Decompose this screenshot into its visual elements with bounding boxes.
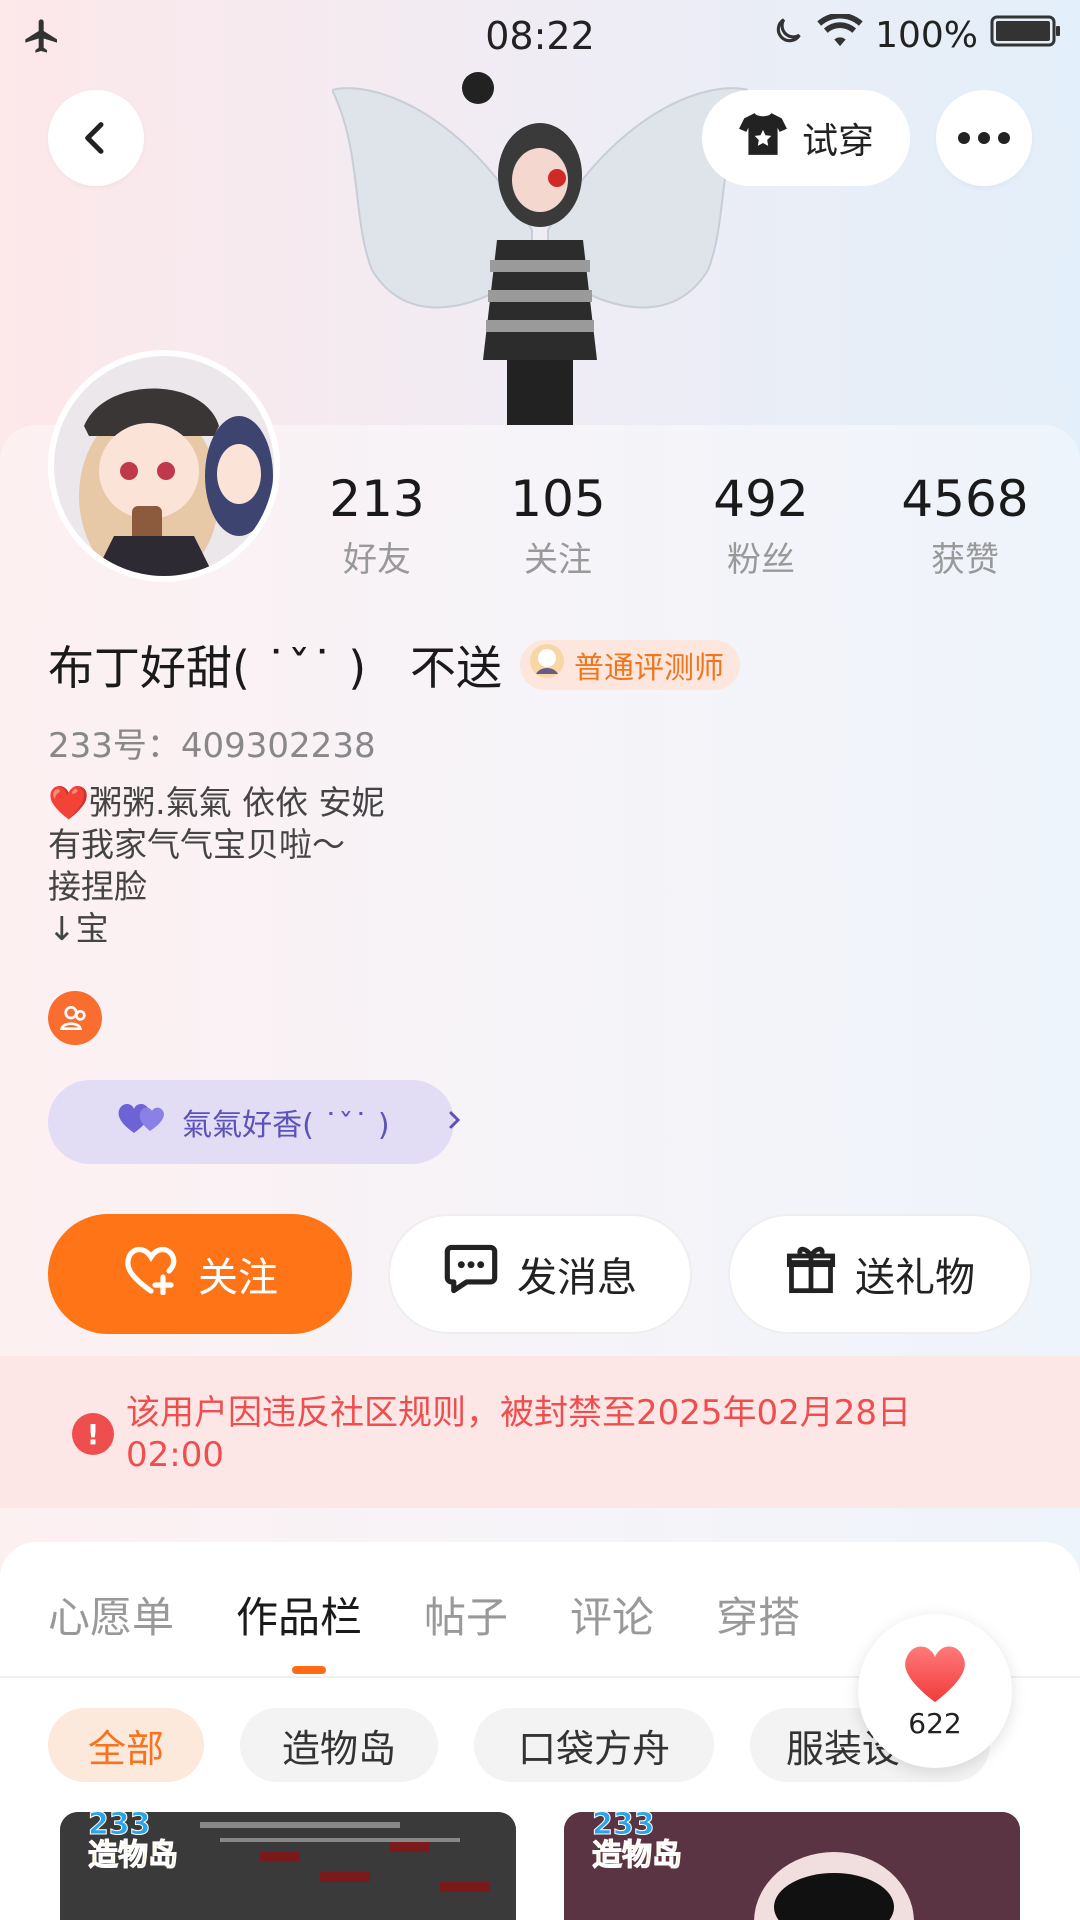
- stat-label: 粉丝: [727, 540, 795, 580]
- more-button[interactable]: [936, 90, 1032, 186]
- group-chat-button[interactable]: [48, 991, 102, 1045]
- back-button[interactable]: [48, 90, 144, 186]
- heart-icon: [905, 1646, 965, 1702]
- stat-likes[interactable]: 4568 获赞: [880, 470, 1050, 581]
- follow-label: 关注: [198, 1255, 278, 1301]
- name-row: 布丁好甜( ˙ˇ˙ ) 不送 普通评测师: [48, 632, 741, 698]
- tshirt-icon: [738, 111, 788, 166]
- chevron-left-icon: [85, 122, 104, 154]
- stat-label: 获赞: [931, 540, 999, 580]
- like-count: 622: [908, 1706, 962, 1740]
- stat-value: 105: [510, 470, 606, 528]
- try-on-label: 试穿: [801, 121, 874, 162]
- stat-following[interactable]: 105 关注: [473, 470, 643, 581]
- tab-wishlist[interactable]: 心愿单: [48, 1584, 174, 1645]
- gift-label: 送礼物: [855, 1255, 975, 1301]
- battery-icon: [990, 14, 1062, 57]
- group-icon: [60, 1006, 86, 1030]
- ban-notice-text: 该用户因违反社区规则，被封禁至2025年02月28日 02:00: [126, 1393, 912, 1475]
- follow-button[interactable]: 关注: [48, 1214, 352, 1334]
- filter-pocket-ark[interactable]: 口袋方舟: [474, 1708, 714, 1782]
- cp-relationship-pill[interactable]: 氣氣好香( ˙ˇ˙ ): [48, 1080, 460, 1164]
- user-id[interactable]: 233号：409302238: [48, 718, 376, 767]
- game-logo-number: 233: [88, 1807, 152, 1842]
- try-on-button[interactable]: 试穿: [702, 90, 910, 186]
- profile-avatar[interactable]: [48, 350, 280, 582]
- status-indicators: 100%: [771, 12, 1062, 57]
- badge-avatar-icon: [528, 642, 566, 688]
- tab-outfits[interactable]: 穿搭: [716, 1584, 800, 1645]
- send-gift-button[interactable]: 送礼物: [728, 1214, 1032, 1334]
- game-logo-icon: 233 造物岛: [592, 1807, 683, 1873]
- tab-comments[interactable]: 评论: [570, 1584, 654, 1645]
- game-logo-name: 造物岛: [88, 1838, 179, 1873]
- double-heart-icon: [78, 1066, 168, 1178]
- heart-plus-icon: [122, 1243, 180, 1305]
- profile-name: 布丁好甜( ˙ˇ˙ ) 不送: [48, 641, 503, 695]
- badge-label: 普通评测师: [574, 651, 725, 686]
- bio-line: ↓宝: [48, 909, 109, 948]
- filter-all[interactable]: 全部: [48, 1708, 204, 1782]
- bio-line: 有我家气气宝贝啦～: [48, 825, 345, 864]
- reviewer-badge[interactable]: 普通评测师: [520, 640, 741, 690]
- stat-label: 关注: [524, 540, 592, 580]
- tab-posts[interactable]: 帖子: [424, 1584, 508, 1645]
- tab-works[interactable]: 作品栏: [236, 1584, 362, 1645]
- warning-icon: !: [72, 1413, 114, 1455]
- stat-friends[interactable]: 213 好友: [292, 470, 462, 581]
- avatar-3d-figure[interactable]: [330, 70, 750, 426]
- stat-value: 213: [329, 470, 425, 528]
- chevron-right-icon: [404, 1070, 466, 1175]
- filter-zaowudao[interactable]: 造物岛: [240, 1708, 438, 1782]
- more-dots-icon: [958, 132, 1010, 144]
- profile-bio: ❤️粥粥.氣氣 依依 安妮 有我家气气宝贝啦～ 接捏脸 ↓宝: [48, 782, 385, 950]
- game-logo-icon: 233 造物岛: [88, 1807, 179, 1873]
- message-button[interactable]: 发消息: [388, 1214, 692, 1334]
- game-logo-number: 233: [592, 1807, 656, 1842]
- cp-label: 氣氣好香( ˙ˇ˙ ): [182, 1108, 390, 1143]
- stat-value: 4568: [901, 470, 1029, 528]
- stat-label: 好友: [343, 540, 411, 580]
- game-logo-name: 造物岛: [592, 1838, 683, 1873]
- wifi-icon: [817, 12, 863, 57]
- battery-percent: 100%: [875, 15, 978, 56]
- message-label: 发消息: [517, 1255, 637, 1301]
- like-floating-button[interactable]: 622: [858, 1614, 1012, 1768]
- chat-bubble-icon: [443, 1243, 499, 1305]
- gift-icon: [785, 1243, 837, 1305]
- tab-indicator: [292, 1666, 326, 1674]
- bio-line: 接捏脸: [48, 867, 147, 906]
- content-tabs: 心愿单 作品栏 帖子 评论 穿搭: [48, 1584, 800, 1645]
- moon-icon: [771, 14, 805, 57]
- bio-line: ❤️粥粥.氣氣 依依 安妮: [48, 783, 385, 822]
- stat-followers[interactable]: 492 粉丝: [676, 470, 846, 581]
- stat-value: 492: [713, 470, 809, 528]
